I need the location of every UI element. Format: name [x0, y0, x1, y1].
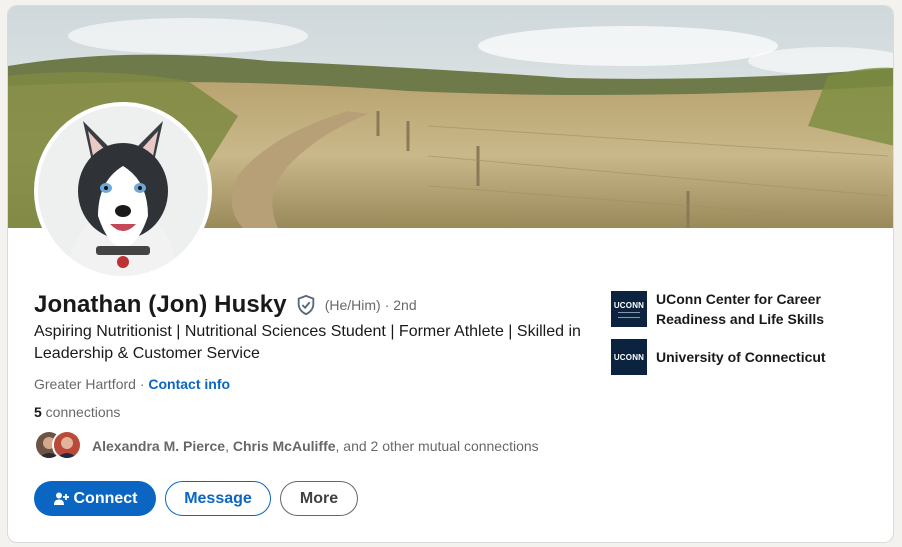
org-name: University of Connecticut: [656, 349, 826, 365]
logo-text: UCONN: [613, 300, 645, 310]
contact-info-link[interactable]: Contact info: [148, 376, 230, 392]
more-button[interactable]: More: [280, 481, 358, 516]
profile-headline: Aspiring Nutritionist | Nutritional Scie…: [34, 323, 581, 362]
mutual-separator: ,: [225, 438, 233, 454]
location-row: Greater Hartford · Contact info: [34, 376, 230, 392]
mutual-name: Chris McAuliffe: [232, 438, 336, 454]
connection-degree: · 2nd: [384, 297, 417, 313]
profile-actions: Connect Message More: [34, 481, 358, 516]
mutual-avatars: [34, 430, 84, 462]
mutual-name: Alexandra M. Pierce: [92, 438, 226, 454]
uconn-logo: UCONN: [611, 339, 647, 375]
profile-name: Jonathan (Jon) Husky: [34, 291, 287, 318]
message-button[interactable]: Message: [165, 481, 271, 516]
connections-count[interactable]: 5 connections: [34, 404, 120, 420]
org-name: UConn Center for Career Readiness and Li…: [656, 291, 825, 327]
mutual-rest: , and 2 other mutual connections: [335, 438, 539, 454]
location: Greater Hartford: [34, 376, 136, 392]
location-separator: ·: [135, 376, 149, 392]
pronouns: (He/Him): [324, 297, 381, 313]
name-row: Jonathan (Jon) Husky (He/Him) · 2nd: [34, 291, 417, 319]
connections-label: connections: [41, 404, 121, 420]
mutual-connections[interactable]: Alexandra M. Pierce, Chris McAuliffe, an…: [34, 430, 539, 462]
org-item-career-center[interactable]: UCONN UConn Center for Career Readiness …: [611, 289, 881, 329]
husky-avatar: [38, 106, 208, 276]
org-item-university[interactable]: UCONN University of Connecticut: [611, 339, 881, 375]
logo-text: UCONN: [613, 352, 645, 362]
profile-card: Jonathan (Jon) Husky (He/Him) · 2nd Aspi…: [7, 5, 894, 543]
shield-check-icon[interactable]: [295, 293, 317, 317]
uconn-logo: UCONN: [611, 291, 647, 327]
profile-photo[interactable]: [34, 102, 212, 280]
person-add-icon: [53, 491, 69, 507]
mutual-connections-text: Alexandra M. Pierce, Chris McAuliffe, an…: [92, 438, 539, 454]
connect-label: Connect: [73, 489, 138, 507]
connect-button[interactable]: Connect: [34, 481, 156, 516]
connections-number: 5: [34, 404, 42, 420]
avatar: [52, 430, 82, 460]
organizations: UCONN UConn Center for Career Readiness …: [611, 289, 881, 385]
